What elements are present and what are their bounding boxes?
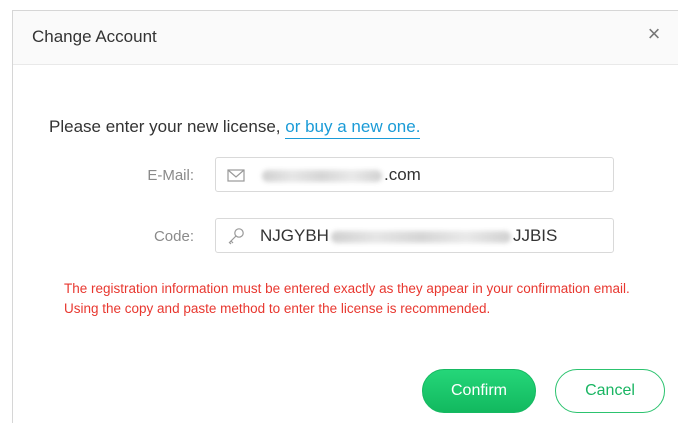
email-label: E-Mail: — [147, 167, 194, 184]
dialog-titlebar: Change Account × — [13, 11, 678, 65]
code-label: Code: — [153, 228, 194, 245]
email-value-suffix: .com — [384, 165, 421, 184]
email-masked-part — [262, 169, 382, 182]
code-value-prefix: NJGYBH — [260, 226, 329, 245]
envelope-icon — [227, 169, 245, 182]
email-field[interactable]: .com — [215, 157, 614, 192]
dialog-title: Change Account — [32, 27, 157, 46]
registration-warning: The registration information must be ent… — [64, 281, 630, 316]
license-prompt: Please enter your new license, or buy a … — [49, 117, 421, 139]
key-icon — [228, 228, 244, 245]
email-value: .com — [260, 165, 421, 185]
cancel-button[interactable]: Cancel — [555, 369, 665, 413]
code-value: NJGYBH JJBIS — [260, 226, 557, 246]
change-account-dialog: Change Account × Please enter your new l… — [12, 10, 678, 423]
buy-license-link[interactable]: or buy a new one. — [285, 117, 421, 139]
close-icon[interactable]: × — [644, 23, 664, 45]
code-field[interactable]: NJGYBH JJBIS — [215, 218, 614, 253]
code-value-suffix: JJBIS — [512, 226, 558, 245]
prompt-text: Please enter your new license, — [49, 117, 281, 136]
code-masked-part — [330, 230, 511, 243]
confirm-button[interactable]: Confirm — [422, 369, 536, 413]
